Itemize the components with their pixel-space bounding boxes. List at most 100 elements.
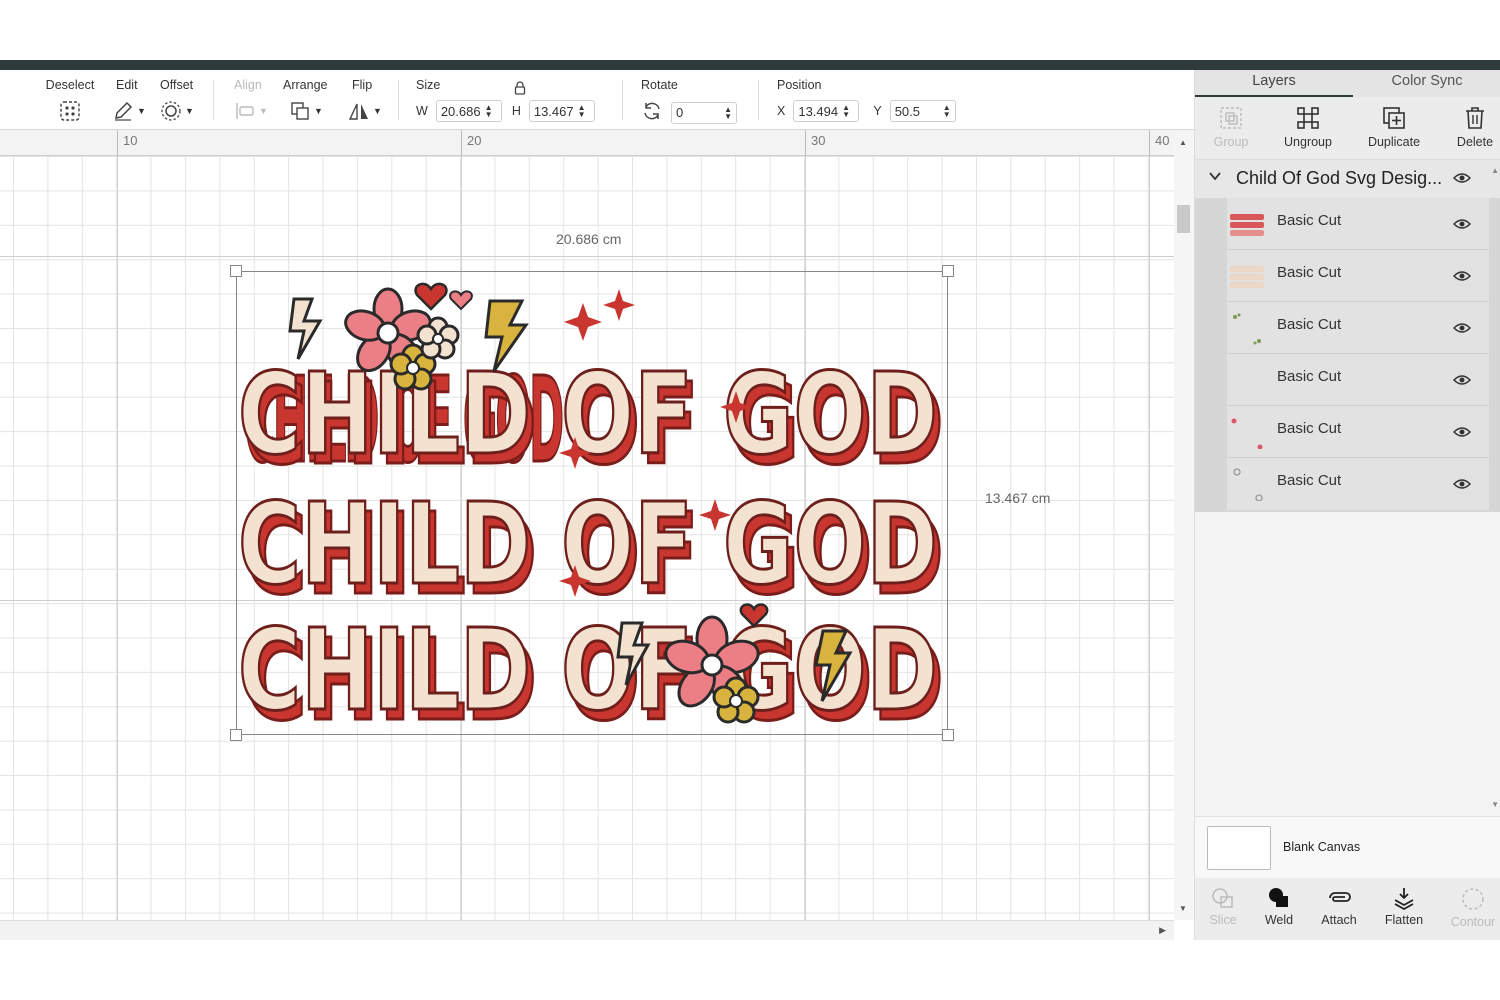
weld-button[interactable]: Weld: [1248, 886, 1310, 927]
flip-icon: ▼: [348, 100, 382, 122]
group-label: Group: [1213, 135, 1249, 149]
align-icon: ▼: [234, 100, 268, 122]
y-letter: Y: [873, 104, 882, 118]
ruler-tick: 40: [1149, 130, 1169, 156]
tab-color-sync[interactable]: Color Sync: [1353, 70, 1500, 97]
layer-name: Basic Cut: [1277, 420, 1342, 437]
layer-name: Basic Cut: [1277, 368, 1342, 385]
attach-button[interactable]: Attach: [1308, 886, 1370, 927]
chevron-down-icon[interactable]: [1208, 169, 1222, 186]
paperclip-icon: [1329, 892, 1351, 902]
y-position-stepper[interactable]: ▲ ▼: [943, 104, 951, 119]
layer-row[interactable]: Basic Cut: [1227, 458, 1489, 510]
eye-icon[interactable]: [1452, 269, 1472, 288]
scroll-up-icon[interactable]: ▲: [1179, 138, 1187, 147]
ungroup-icon: [1297, 107, 1319, 129]
offset-tool[interactable]: Offset ▼: [160, 78, 194, 125]
height-field[interactable]: 13.467 ▲ ▼: [528, 100, 595, 122]
x-position-stepper[interactable]: ▲ ▼: [842, 104, 850, 119]
eye-icon[interactable]: [1452, 373, 1472, 392]
ungroup-button[interactable]: Ungroup: [1272, 105, 1344, 149]
slice-label: Slice: [1209, 913, 1237, 927]
width-value: 20.686: [440, 103, 481, 119]
flip-tool[interactable]: Flip ▼: [348, 78, 382, 125]
canvas-vertical-scrollbar[interactable]: ▲ ▼: [1174, 130, 1194, 920]
eye-icon[interactable]: [1452, 217, 1472, 236]
duplicate-button[interactable]: Duplicate: [1358, 105, 1430, 149]
layer-row[interactable]: Basic Cut: [1227, 406, 1489, 458]
layer-group-title: Child Of God Svg Desig...: [1236, 168, 1443, 188]
weld-label: Weld: [1264, 913, 1294, 927]
layer-actions-bar: Group Ungroup Duplicate Delete: [1195, 97, 1500, 160]
toolbar-divider: [622, 80, 623, 120]
lock-icon[interactable]: [514, 81, 526, 98]
contour-button[interactable]: Contour: [1442, 886, 1500, 929]
align-tool[interactable]: Align ▼: [234, 78, 268, 125]
group-button[interactable]: Group: [1195, 105, 1267, 149]
horizontal-ruler: 10 20 30 40: [0, 130, 1174, 156]
eye-icon[interactable]: [1452, 321, 1472, 340]
rotate-icon: [641, 100, 663, 125]
scroll-thumb[interactable]: [1177, 205, 1190, 233]
chevron-down-icon: ▼: [185, 106, 194, 116]
resize-handle-top-right[interactable]: [942, 265, 954, 277]
canvas-horizontal-scrollbar[interactable]: ▶: [0, 920, 1174, 940]
eye-icon[interactable]: [1452, 477, 1472, 496]
delete-button[interactable]: Delete: [1439, 105, 1500, 149]
layers-panel: Layers Color Sync Group Ungroup Duplicat…: [1194, 70, 1500, 940]
deselect-label: Deselect: [45, 78, 95, 92]
layer-row[interactable]: Basic Cut: [1227, 250, 1489, 302]
resize-handle-top-left[interactable]: [230, 265, 242, 277]
app-top-bar: [0, 60, 1500, 70]
blank-canvas-row[interactable]: Blank Canvas: [1195, 816, 1500, 878]
y-position-field[interactable]: 50.5 ▲ ▼: [889, 100, 956, 122]
layer-row[interactable]: Basic Cut: [1227, 198, 1489, 250]
contour-icon: [1462, 888, 1484, 910]
panel-scroll-down-icon[interactable]: ▼: [1491, 800, 1499, 809]
layer-row[interactable]: Basic Cut: [1227, 354, 1489, 406]
x-position-field[interactable]: 13.494 ▲ ▼: [793, 100, 860, 122]
eye-icon[interactable]: [1452, 171, 1472, 190]
deselect-tool[interactable]: Deselect: [43, 78, 97, 125]
offset-label: Offset: [160, 78, 194, 92]
rotate-value: 0: [676, 105, 684, 120]
arrange-tool[interactable]: Arrange ▼: [283, 78, 327, 125]
edit-tool[interactable]: Edit ▼: [112, 78, 146, 125]
x-letter: X: [777, 104, 786, 118]
slice-button[interactable]: Slice: [1192, 886, 1254, 927]
width-stepper[interactable]: ▲ ▼: [485, 104, 493, 119]
major-grid-line: [0, 256, 1174, 257]
width-field[interactable]: 20.686 ▲ ▼: [435, 100, 502, 122]
chevron-down-icon: ▼: [314, 106, 323, 116]
height-stepper[interactable]: ▲ ▼: [578, 104, 586, 119]
bottom-actions-bar: Slice Weld Attach Flatten Contour: [1195, 878, 1500, 940]
weld-icon: [1269, 888, 1288, 907]
layer-name: Basic Cut: [1277, 212, 1342, 229]
selection-bounding-box[interactable]: [236, 271, 948, 735]
resize-handle-bottom-left[interactable]: [230, 729, 242, 741]
position-label: Position: [777, 78, 822, 92]
y-position-value: 50.5: [894, 103, 920, 119]
flatten-button[interactable]: Flatten: [1373, 886, 1435, 927]
eye-icon[interactable]: [1452, 425, 1472, 444]
tab-layers[interactable]: Layers: [1195, 70, 1353, 97]
ruler-tick: 20: [461, 130, 481, 156]
blank-canvas-swatch[interactable]: [1207, 826, 1271, 870]
rotate-field[interactable]: 0 ▲ ▼: [671, 101, 737, 124]
toolbar-divider: [398, 80, 399, 120]
rotate-stepper[interactable]: ▲ ▼: [724, 105, 732, 120]
width-letter: W: [416, 104, 428, 118]
position-tool: Position X 13.494 ▲ ▼ Y 50.5 ▲ ▼: [777, 78, 967, 122]
layer-group-row[interactable]: Child Of God Svg Desig...: [1195, 160, 1500, 198]
panel-tabs: Layers Color Sync: [1195, 70, 1500, 97]
flip-label: Flip: [352, 78, 373, 92]
offset-icon: ▼: [160, 100, 194, 122]
resize-handle-bottom-right[interactable]: [942, 729, 954, 741]
arrange-label: Arrange: [283, 78, 328, 92]
x-position-value: 13.494: [798, 103, 839, 119]
flatten-label: Flatten: [1384, 913, 1424, 927]
panel-scroll-up-icon[interactable]: ▲: [1491, 166, 1499, 175]
layer-row[interactable]: Basic Cut: [1227, 302, 1489, 354]
scroll-right-icon[interactable]: ▶: [1159, 925, 1166, 936]
scroll-down-icon[interactable]: ▼: [1179, 904, 1187, 913]
